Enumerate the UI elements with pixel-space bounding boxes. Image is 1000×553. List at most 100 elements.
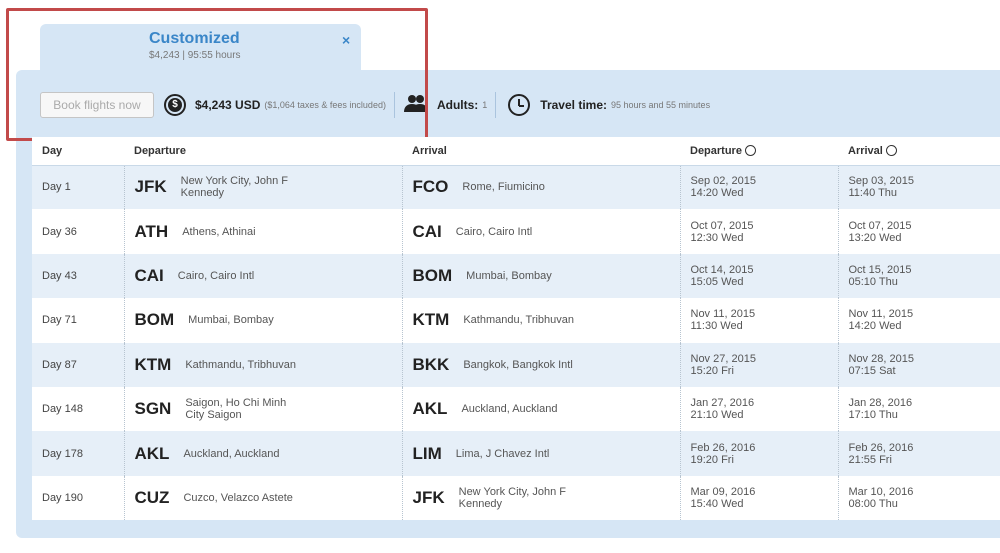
departure-time-cell: Oct 07, 2015 12:30 Wed — [680, 209, 839, 254]
table-row: Day 43 CAI Cairo, Cairo Intl BOM Mumbai, Bom… — [32, 253, 1000, 299]
arrival-city: Cairo, Cairo Intl — [455, 225, 533, 238]
arrival-date: Sep 03, 2015 — [848, 175, 914, 188]
table-row: Day 190 CUZ Cuzco, Velazco Astete JFK New Yo… — [32, 475, 1000, 521]
arrival-cell: BKK Bangkok, Bangkok Intl — [402, 342, 681, 387]
arrival-time-cell: Feb 26, 2016 21:55 Fri — [838, 431, 1000, 476]
arrival-code: JFK — [412, 487, 445, 507]
departure-date: Mar 09, 2016 — [690, 485, 756, 498]
departure-time-cell: Feb 26, 2016 19:20 Fri — [680, 431, 839, 476]
departure-time-cell: Nov 11, 2015 11:30 Wed — [680, 298, 839, 343]
table-row: Day 71 BOM Mumbai, Bombay KTM Kathmandu, Tri… — [32, 298, 1000, 343]
arrival-time: 21:55 Fri — [848, 453, 892, 466]
departure-time: 19:20 Fri — [690, 453, 734, 466]
arrival-time-cell: Oct 07, 2015 13:20 Wed — [838, 209, 1000, 254]
arrival-time-cell: Mar 10, 2016 08:00 Thu — [838, 475, 1000, 521]
departure-city: Cuzco, Velazco Astete — [183, 491, 293, 504]
arrival-city: Lima, J Chavez Intl — [455, 447, 550, 460]
departure-city: Cairo, Cairo Intl — [177, 269, 255, 282]
departure-time: 11:30 Wed — [690, 320, 743, 333]
header-label: Arrival — [848, 144, 883, 157]
arrival-city: Rome, Fiumicino — [462, 181, 545, 194]
departure-date: Nov 11, 2015 — [690, 308, 756, 321]
arrival-cell: KTM Kathmandu, Tribhuvan — [402, 298, 681, 343]
arrival-date: Oct 07, 2015 — [848, 219, 912, 232]
clock-icon — [508, 94, 531, 116]
departure-time: 15:20 Fri — [690, 364, 734, 377]
day-label: Day 71 — [42, 314, 77, 327]
departure-date: Feb 26, 2016 — [690, 441, 756, 454]
col-header-departure-time[interactable]: Departure — [680, 137, 838, 166]
travel-time-value: 95 hours and 55 minutes — [611, 100, 711, 110]
col-header-arrival-time[interactable]: Arrival — [838, 137, 1000, 166]
adults-label: Adults: — [436, 98, 479, 112]
arrival-date: Oct 15, 2015 — [848, 263, 912, 276]
departure-city: Auckland, Auckland — [183, 447, 280, 460]
arrival-date: Feb 26, 2016 — [848, 441, 914, 454]
arrival-code: KTM — [412, 310, 450, 330]
header-label: Departure — [690, 144, 742, 157]
departure-city: Athens, Athinai — [182, 225, 256, 238]
arrival-date: Nov 11, 2015 — [848, 308, 914, 321]
departure-city: Saigon, Ho Chi Minh City Saigon — [185, 397, 287, 422]
departure-cell: CUZ Cuzco, Velazco Astete — [124, 475, 403, 521]
day-cell: Day 1 — [32, 165, 125, 210]
departure-time: 14:20 Wed — [690, 187, 744, 200]
departure-date: Nov 27, 2015 — [690, 352, 756, 365]
arrival-cell: LIM Lima, J Chavez Intl — [402, 431, 681, 476]
col-header-arrival: Arrival — [402, 137, 680, 166]
itinerary-table: Day Departure Arrival Departure Arrival … — [32, 137, 1000, 521]
arrival-time-cell: Sep 03, 2015 11:40 Thu — [838, 165, 1000, 210]
arrival-code: BKK — [412, 354, 450, 374]
arrival-code: FCO — [412, 177, 449, 197]
arrival-cell: JFK New York City, John F Kennedy — [402, 475, 681, 521]
departure-city: New York City, John F Kennedy — [180, 175, 289, 200]
arrival-code: AKL — [412, 399, 448, 419]
departure-cell: JFK New York City, John F Kennedy — [124, 165, 403, 210]
departure-date: Oct 07, 2015 — [690, 219, 754, 232]
departure-cell: BOM Mumbai, Bombay — [124, 298, 403, 343]
departure-time-cell: Sep 02, 2015 14:20 Wed — [680, 165, 839, 210]
departure-time-cell: Oct 14, 2015 15:05 Wed — [680, 253, 839, 299]
day-label: Day 36 — [42, 225, 77, 238]
arrival-city: New York City, John F Kennedy — [458, 485, 567, 510]
departure-date: Sep 02, 2015 — [690, 175, 756, 188]
day-label: Day 43 — [42, 269, 77, 282]
day-cell: Day 87 — [32, 342, 125, 387]
arrival-city: Auckland, Auckland — [461, 403, 558, 416]
day-label: Day 190 — [42, 491, 83, 504]
arrival-time: 17:10 Thu — [848, 409, 898, 422]
arrival-cell: CAI Cairo, Cairo Intl — [402, 209, 681, 254]
arrival-time-cell: Oct 15, 2015 05:10 Thu — [838, 253, 1000, 299]
day-cell: Day 190 — [32, 475, 125, 521]
table-header-row: Day Departure Arrival Departure Arrival — [32, 137, 1000, 166]
departure-time-cell: Nov 27, 2015 15:20 Fri — [680, 342, 839, 387]
travel-time-label: Travel time: — [540, 98, 607, 112]
departure-time: 15:40 Wed — [690, 497, 744, 510]
col-header-day: Day — [32, 137, 124, 166]
day-cell: Day 36 — [32, 209, 125, 254]
day-cell: Day 43 — [32, 253, 125, 299]
day-label: Day 178 — [42, 447, 83, 460]
table-row: Day 36 ATH Athens, Athinai CAI Cairo, Cairo … — [32, 209, 1000, 254]
arrival-date: Jan 28, 2016 — [848, 397, 913, 410]
arrival-time: 05:10 Thu — [848, 275, 898, 288]
arrival-time: 08:00 Thu — [848, 497, 898, 510]
departure-time: 21:10 Wed — [690, 409, 744, 422]
departure-cell: SGN Saigon, Ho Chi Minh City Saigon — [124, 386, 403, 432]
arrival-time: 13:20 Wed — [848, 231, 902, 244]
highlight-box — [6, 8, 428, 141]
arrival-time: 14:20 Wed — [848, 320, 902, 333]
table-row: Day 1 JFK New York City, John F Kennedy FCO… — [32, 165, 1000, 210]
table-row: Day 87 KTM Kathmandu, Tribhuvan BKK Bangkok,… — [32, 342, 1000, 387]
departure-cell: AKL Auckland, Auckland — [124, 431, 403, 476]
departure-time-cell: Mar 09, 2016 15:40 Wed — [680, 475, 839, 521]
departure-code: ATH — [134, 221, 169, 241]
arrival-city: Kathmandu, Tribhuvan — [463, 314, 575, 327]
arrival-date: Mar 10, 2016 — [848, 485, 914, 498]
departure-code: BOM — [134, 310, 175, 330]
departure-cell: CAI Cairo, Cairo Intl — [124, 253, 403, 299]
departure-cell: KTM Kathmandu, Tribhuvan — [124, 342, 403, 387]
arrival-cell: FCO Rome, Fiumicino — [402, 165, 681, 210]
arrival-city: Mumbai, Bombay — [466, 269, 552, 282]
departure-code: CAI — [134, 265, 164, 285]
